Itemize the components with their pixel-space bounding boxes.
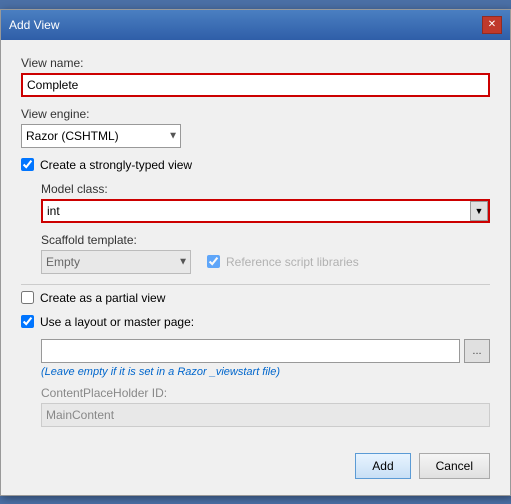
add-button[interactable]: Add <box>355 453 410 479</box>
strongly-typed-row: Create a strongly-typed view <box>21 158 490 172</box>
model-class-dropdown-button[interactable]: ▼ <box>470 201 488 221</box>
scaffold-row: Empty Create Delete Details Edit List ▼ … <box>41 250 490 274</box>
strongly-typed-label[interactable]: Create a strongly-typed view <box>40 158 192 172</box>
use-layout-row: Use a layout or master page: <box>21 315 490 329</box>
view-engine-select-wrapper: Razor (CSHTML) ASPX ▼ <box>21 124 181 148</box>
dialog-body: View name: View engine: Razor (CSHTML) A… <box>1 40 510 443</box>
scaffold-template-label: Scaffold template: <box>41 233 490 247</box>
view-name-group: View name: <box>21 56 490 97</box>
dialog-title: Add View <box>9 18 59 32</box>
layout-hint-text: (Leave empty if it is set in a Razor _vi… <box>41 366 490 378</box>
title-bar-controls: ✕ <box>482 16 502 34</box>
view-name-label: View name: <box>21 56 490 70</box>
partial-view-row: Create as a partial view <box>21 291 490 305</box>
scaffold-select-wrapper: Empty Create Delete Details Edit List ▼ <box>41 250 191 274</box>
browse-button[interactable]: ... <box>464 339 490 363</box>
view-engine-select[interactable]: Razor (CSHTML) ASPX <box>21 124 181 148</box>
view-engine-group: View engine: Razor (CSHTML) ASPX ▼ <box>21 107 490 148</box>
view-engine-label: View engine: <box>21 107 490 121</box>
reference-scripts-label[interactable]: Reference script libraries <box>226 255 359 269</box>
add-view-dialog: Add View ✕ View name: View engine: Razor… <box>0 9 511 496</box>
reference-scripts-row: Reference script libraries <box>207 255 359 269</box>
title-bar: Add View ✕ <box>1 10 510 40</box>
indented-section: Model class: ▼ Scaffold template: Empty … <box>21 182 490 274</box>
view-name-input[interactable] <box>21 73 490 97</box>
layout-section: ... (Leave empty if it is set in a Razor… <box>21 339 490 427</box>
content-placeholder-label: ContentPlaceHolder ID: <box>41 386 490 400</box>
model-class-group: Model class: ▼ <box>41 182 490 223</box>
scaffold-template-group: Scaffold template: Empty Create Delete D… <box>41 233 490 274</box>
scaffold-select[interactable]: Empty Create Delete Details Edit List <box>41 250 191 274</box>
button-bar: Add Cancel <box>1 443 510 495</box>
content-placeholder-group: ContentPlaceHolder ID: <box>41 386 490 427</box>
partial-view-checkbox[interactable] <box>21 291 34 304</box>
reference-scripts-checkbox[interactable] <box>207 255 220 268</box>
partial-view-label[interactable]: Create as a partial view <box>40 291 165 305</box>
content-placeholder-input[interactable] <box>41 403 490 427</box>
model-class-input[interactable] <box>41 199 490 223</box>
divider <box>21 284 490 285</box>
model-class-row: ▼ <box>41 199 490 223</box>
use-layout-label[interactable]: Use a layout or master page: <box>40 315 194 329</box>
model-class-label: Model class: <box>41 182 490 196</box>
strongly-typed-checkbox[interactable] <box>21 158 34 171</box>
cancel-button[interactable]: Cancel <box>419 453 490 479</box>
layout-path-input[interactable] <box>41 339 460 363</box>
layout-input-row: ... <box>41 339 490 363</box>
close-button[interactable]: ✕ <box>482 16 502 34</box>
use-layout-checkbox[interactable] <box>21 315 34 328</box>
